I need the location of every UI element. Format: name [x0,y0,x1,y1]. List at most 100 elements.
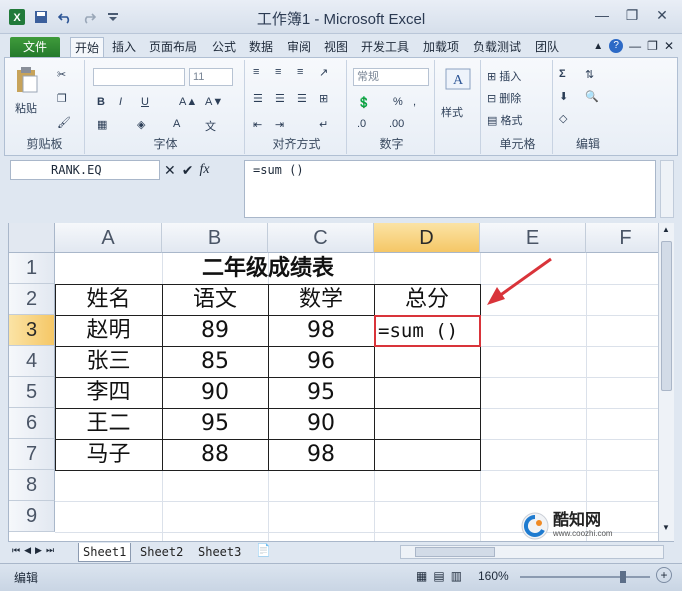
autosum-icon[interactable]: Σ [559,68,566,80]
data-cell[interactable]: 98 [268,439,374,470]
header-cell-name[interactable]: 姓名 [55,284,162,315]
fill-icon[interactable]: ⬇ [559,90,568,103]
find-select-icon[interactable]: 🔍 [585,90,599,103]
insert-cells-button[interactable]: ⊞ 插入 [487,68,521,84]
column-header-b[interactable]: B [162,223,268,253]
clear-icon[interactable]: ◇ [559,112,567,125]
data-cell[interactable]: 98 [268,315,374,346]
align-bottom-icon[interactable]: ≡ [297,66,303,78]
data-cell[interactable]: 李四 [55,377,162,408]
data-cell[interactable]: 张三 [55,346,162,377]
styles-button[interactable]: 样式 [441,104,463,120]
tab-file[interactable]: 文件 [10,37,60,58]
merge-center-icon[interactable]: ⊞ [319,92,328,105]
row-header-2[interactable]: 2 [9,284,55,315]
restore-icon[interactable]: ❐ [618,4,646,26]
zoom-slider[interactable] [520,571,650,583]
data-cell[interactable]: 赵明 [55,315,162,346]
comma-style-icon[interactable]: , [413,96,416,108]
shrink-font-icon[interactable]: A▼ [205,96,223,108]
data-cell[interactable]: 90 [162,377,268,408]
sheet-title[interactable]: 二年级成绩表 [55,253,481,284]
cancel-icon[interactable]: ✕ [164,162,176,179]
tab-formulas[interactable]: 公式 [212,37,236,58]
tab-load-test[interactable]: 负载测试 [473,37,521,58]
data-cell[interactable]: 96 [268,346,374,377]
format-painter-icon[interactable]: 🖌 [57,116,71,129]
name-box[interactable]: RANK.EQ [10,160,160,180]
row-header-6[interactable]: 6 [9,408,55,439]
hscroll-thumb[interactable] [415,547,495,557]
underline-button[interactable]: U [141,96,149,108]
font-name-dropdown[interactable] [93,68,185,86]
row-header-4[interactable]: 4 [9,346,55,377]
sort-filter-icon[interactable]: ⇅ [585,68,594,81]
ribbon-restore-icon[interactable]: ❐ [647,39,658,53]
page-break-view-icon[interactable]: ▥ [451,569,462,583]
fill-color-icon[interactable]: ◈ [137,118,145,131]
styles-icon[interactable]: A [445,68,471,93]
data-cell[interactable]: 95 [268,377,374,408]
sheet-tab-2[interactable]: Sheet2 [136,543,187,562]
tab-view[interactable]: 视图 [324,37,348,58]
paste-icon[interactable] [15,66,39,97]
formula-input[interactable]: =sum () [244,160,656,218]
decrease-indent-icon[interactable]: ⇤ [253,118,262,131]
sheet-nav-icon[interactable]: ⏮◀▶⏭ [12,545,58,556]
data-cell[interactable]: 89 [162,315,268,346]
data-cell[interactable]: 95 [162,408,268,439]
active-cell-d3[interactable]: =sum () [374,315,481,347]
column-header-a[interactable]: A [55,223,162,253]
insert-sheet-icon[interactable]: 📄 [256,543,271,557]
tab-developer[interactable]: 开发工具 [361,37,409,58]
column-header-d[interactable]: D [374,223,480,253]
row-header-7[interactable]: 7 [9,439,55,470]
phonetic-icon[interactable]: 文 [205,118,216,134]
zoom-level[interactable]: 160% [478,569,509,583]
normal-view-icon[interactable]: ▦ [416,569,427,583]
sheet-tab-3[interactable]: Sheet3 [194,543,245,562]
column-header-e[interactable]: E [480,223,586,253]
align-middle-icon[interactable]: ≡ [275,66,281,78]
borders-icon[interactable]: ▦ [97,118,107,131]
bold-button[interactable]: B [97,96,105,108]
data-cell[interactable]: 马子 [55,439,162,470]
insert-function-button[interactable]: fx [199,162,209,178]
cut-icon[interactable]: ✂ [57,68,66,81]
grow-font-icon[interactable]: A▲ [179,96,197,108]
data-cell[interactable]: 88 [162,439,268,470]
italic-button[interactable]: I [119,96,122,108]
ribbon-close-icon[interactable]: ✕ [664,39,674,53]
zoom-in-icon[interactable]: + [656,567,672,583]
font-size-dropdown[interactable]: 11 [189,68,233,86]
tab-insert[interactable]: 插入 [112,37,136,58]
decrease-decimal-icon[interactable]: .00 [389,118,404,130]
help-icon[interactable]: ? [609,39,624,53]
font-color-icon[interactable]: A [173,118,180,130]
data-cell[interactable]: 王二 [55,408,162,439]
header-cell-total[interactable]: 总分 [374,284,480,315]
scroll-up-icon[interactable]: ▲ [660,225,672,237]
orientation-icon[interactable]: ↗ [319,66,328,79]
close-icon[interactable]: ✕ [648,4,676,26]
wrap-text-icon[interactable]: ↵ [319,118,328,131]
column-header-c[interactable]: C [268,223,374,253]
align-center-icon[interactable]: ☰ [275,92,285,105]
row-header-9[interactable]: 9 [9,501,55,532]
currency-icon[interactable]: 💲 [357,96,371,109]
select-all-corner[interactable] [9,223,55,253]
row-header-3[interactable]: 3 [9,315,55,346]
zoom-thumb[interactable] [620,571,626,583]
minimize-ribbon-icon[interactable]: ▲ [593,41,603,52]
align-top-icon[interactable]: ≡ [253,66,259,78]
scroll-down-icon[interactable]: ▼ [660,523,672,535]
increase-decimal-icon[interactable]: .0 [357,118,366,130]
row-header-8[interactable]: 8 [9,470,55,501]
tab-page-layout[interactable]: 页面布局 [149,37,197,58]
horizontal-scrollbar[interactable] [400,545,664,559]
header-cell-math[interactable]: 数学 [268,284,374,315]
tab-data[interactable]: 数据 [249,37,273,58]
tab-team[interactable]: 团队 [535,37,559,58]
align-right-icon[interactable]: ☰ [297,92,307,105]
format-cells-button[interactable]: ▤ 格式 [487,112,522,128]
